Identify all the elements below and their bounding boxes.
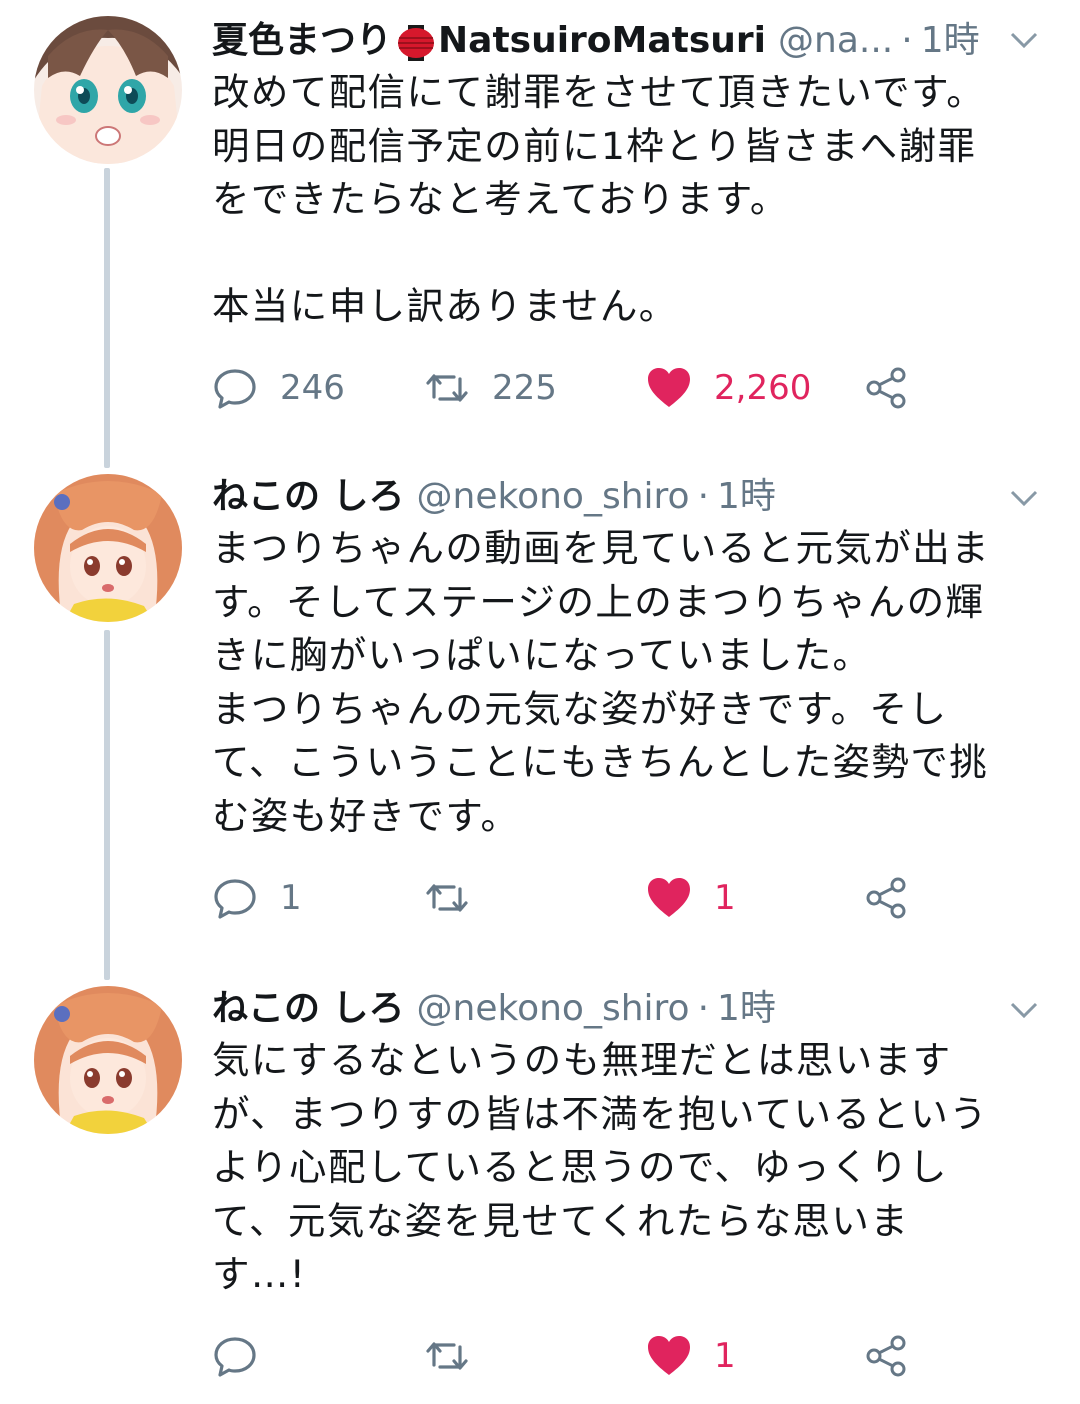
separator-dot: · bbox=[697, 476, 710, 517]
user-handle[interactable]: @nekono_shiro bbox=[417, 978, 690, 1040]
reply-button[interactable]: 246 bbox=[212, 358, 345, 418]
share-button[interactable] bbox=[864, 1326, 910, 1386]
chevron-down-icon[interactable] bbox=[1004, 20, 1044, 60]
chevron-down-icon[interactable] bbox=[1004, 990, 1044, 1030]
tweet-actions: 1 1 bbox=[212, 868, 972, 928]
tweet-actions: 1 bbox=[212, 1326, 972, 1386]
heart-icon bbox=[648, 878, 690, 917]
like-count: 1 bbox=[714, 878, 736, 918]
chevron-down-icon[interactable] bbox=[1004, 478, 1044, 518]
share-icon bbox=[866, 1335, 906, 1377]
timestamp[interactable]: 1時 bbox=[921, 10, 980, 72]
like-count: 2,260 bbox=[714, 368, 812, 408]
tweet-text: まつりちゃんの動画を見ていると元気が出ま す。そしてステージの上のまつりちゃんの… bbox=[212, 526, 990, 838]
heart-icon bbox=[648, 1336, 690, 1375]
tweet-text: 改めて配信にて謝罪をさせて頂きたいです。 明日の配信予定の前に1枠とり皆さまへ謝… bbox=[212, 70, 986, 328]
avatar-image bbox=[34, 986, 182, 1134]
tweet-header: 夏色まつり NatsuiroMatsuri @na... · 1時 bbox=[212, 10, 1020, 72]
lantern-emoji-icon bbox=[396, 21, 436, 61]
separator-dot: · bbox=[697, 988, 710, 1029]
user-handle[interactable]: @na... bbox=[778, 10, 893, 72]
display-name[interactable]: ねこの しろ bbox=[212, 466, 405, 528]
tweet-actions: 246 225 2,260 bbox=[212, 358, 972, 418]
avatar[interactable] bbox=[34, 16, 182, 164]
retweet-icon bbox=[426, 374, 468, 402]
retweet-button[interactable]: 225 bbox=[424, 358, 557, 418]
share-button[interactable] bbox=[864, 868, 910, 928]
reply-icon bbox=[214, 1337, 256, 1377]
retweet-icon bbox=[426, 884, 468, 912]
retweet-icon bbox=[426, 1342, 468, 1370]
retweet-button[interactable] bbox=[424, 1326, 492, 1386]
tweet-header: ねこの しろ @nekono_shiro · 1時 bbox=[212, 978, 1020, 1040]
like-count: 1 bbox=[714, 1336, 736, 1376]
display-name[interactable]: ねこの しろ bbox=[212, 978, 405, 1040]
avatar-image bbox=[34, 16, 182, 164]
like-button[interactable]: 2,260 bbox=[646, 358, 811, 418]
tweet-text: 気にするなというのも無理だとは思います が、まつりすの皆は不満を抱いているという… bbox=[212, 1038, 989, 1296]
share-icon bbox=[866, 877, 906, 919]
like-button[interactable]: 1 bbox=[646, 868, 736, 928]
tweet[interactable]: ねこの しろ @nekono_shiro · 1時 気にするなというのも無理だと… bbox=[0, 978, 1080, 1398]
avatar[interactable] bbox=[34, 474, 182, 622]
avatar-image bbox=[34, 474, 182, 622]
display-name-suffix: NatsuiroMatsuri bbox=[438, 20, 767, 61]
like-button[interactable]: 1 bbox=[646, 1326, 736, 1386]
retweet-count: 225 bbox=[492, 368, 557, 408]
tweet[interactable]: ねこの しろ @nekono_shiro · 1時 まつりちゃんの動画を見ている… bbox=[0, 466, 1080, 946]
tweet-header: ねこの しろ @nekono_shiro · 1時 bbox=[212, 466, 1020, 528]
avatar[interactable] bbox=[34, 986, 182, 1134]
retweet-button[interactable] bbox=[424, 868, 492, 928]
reply-count: 1 bbox=[280, 878, 302, 918]
display-name[interactable]: 夏色まつり bbox=[212, 10, 392, 72]
reply-icon bbox=[214, 369, 256, 409]
reply-button[interactable]: 1 bbox=[212, 868, 302, 928]
share-icon bbox=[866, 367, 906, 409]
reply-icon bbox=[214, 879, 256, 919]
reply-count: 246 bbox=[280, 368, 345, 408]
user-handle[interactable]: @nekono_shiro bbox=[417, 466, 690, 528]
reply-button[interactable] bbox=[212, 1326, 280, 1386]
timestamp[interactable]: 1時 bbox=[717, 978, 776, 1040]
tweet[interactable]: 夏色まつり NatsuiroMatsuri @na... · 1時 改めて配信に… bbox=[0, 10, 1080, 430]
separator-dot: · bbox=[901, 20, 913, 61]
share-button[interactable] bbox=[864, 358, 910, 418]
heart-icon bbox=[648, 368, 690, 407]
timestamp[interactable]: 1時 bbox=[717, 466, 776, 528]
